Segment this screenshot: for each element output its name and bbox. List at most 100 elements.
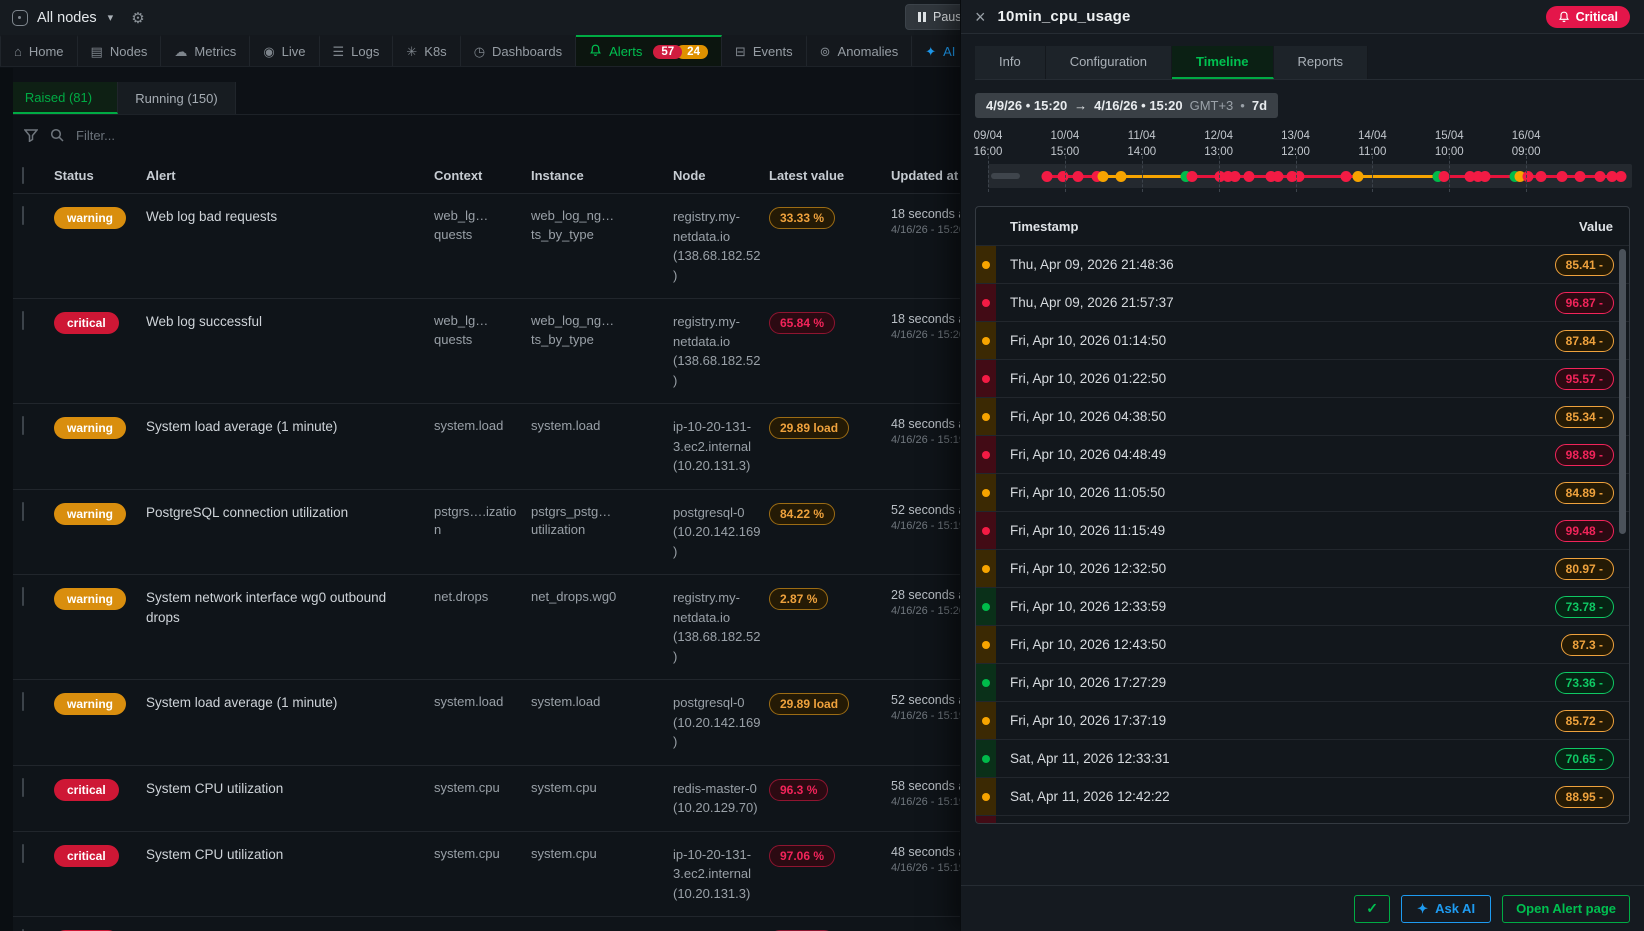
nav-tab-k8s[interactable]: ✳K8s	[393, 35, 460, 66]
axis-gridline	[1372, 156, 1373, 192]
tab-running[interactable]: Running (150)	[118, 82, 236, 114]
timeline-event-dot[interactable]	[1522, 171, 1533, 182]
event-row[interactable]: Thu, Apr 09, 2026 21:48:3685.41 -	[976, 245, 1629, 283]
alert-node[interactable]: ip-10-20-131-3.ec2.internal (10.20.131.3…	[673, 845, 769, 904]
alert-node[interactable]: postgresql-0 (10.20.142.169)	[673, 693, 769, 752]
row-checkbox[interactable]	[22, 416, 24, 435]
timeline-event-dot[interactable]	[1616, 171, 1627, 182]
timeline-event-dot[interactable]	[1272, 171, 1283, 182]
event-row[interactable]	[976, 815, 1629, 824]
nav-tab-metrics[interactable]: ☁Metrics	[161, 35, 250, 66]
node-scope-selector[interactable]: All nodes ▾	[12, 10, 113, 26]
row-checkbox[interactable]	[22, 311, 24, 330]
nav-tab-nodes[interactable]: ▤Nodes	[78, 35, 162, 66]
panel-tab-info[interactable]: Info	[975, 46, 1046, 79]
bell-icon	[1558, 11, 1570, 23]
row-checkbox[interactable]	[22, 502, 24, 521]
open-alert-page-button[interactable]: Open Alert page	[1502, 895, 1630, 923]
range-timezone: GMT+3	[1190, 98, 1234, 113]
close-icon[interactable]: ×	[975, 8, 986, 26]
event-row[interactable]: Fri, Apr 10, 2026 11:15:4999.48 -	[976, 511, 1629, 549]
event-row[interactable]: Fri, Apr 10, 2026 12:33:5973.78 -	[976, 587, 1629, 625]
panel-tab-timeline[interactable]: Timeline	[1172, 46, 1274, 79]
alert-name[interactable]: System network interface wg0 outbound dr…	[146, 588, 434, 627]
nav-tab-events[interactable]: ⊟Events	[722, 35, 807, 66]
timeline-segment	[1358, 175, 1438, 178]
event-row[interactable]: Sat, Apr 11, 2026 12:33:3170.65 -	[976, 739, 1629, 777]
event-row[interactable]: Fri, Apr 10, 2026 12:32:5080.97 -	[976, 549, 1629, 587]
event-row[interactable]: Fri, Apr 10, 2026 12:43:5087.3 -	[976, 625, 1629, 663]
alert-name[interactable]: Web log bad requests	[146, 207, 434, 227]
alert-node[interactable]: ip-10-20-131-3.ec2.internal (10.20.131.3…	[673, 417, 769, 476]
timeline-chart[interactable]: 09/0416:0010/0415:0011/0414:0012/0413:00…	[988, 128, 1632, 194]
timeline-event-dot[interactable]	[1186, 171, 1197, 182]
alert-node[interactable]: registry.my-netdata.io (138.68.182.52)	[673, 588, 769, 666]
nav-tab-dashboards[interactable]: ◷Dashboards	[461, 35, 576, 66]
timeline-event-dot[interactable]	[1058, 171, 1069, 182]
timeline-event-dot[interactable]	[1536, 171, 1547, 182]
timeline-event-dot[interactable]	[1229, 171, 1240, 182]
live-icon: ◉	[263, 44, 274, 60]
timeline-event-dot[interactable]	[1042, 171, 1053, 182]
alert-node[interactable]: registry.my-netdata.io (138.68.182.52)	[673, 207, 769, 285]
alert-node[interactable]: postgresql-0 (10.20.142.169)	[673, 503, 769, 562]
event-row[interactable]: Fri, Apr 10, 2026 17:37:1985.72 -	[976, 701, 1629, 739]
event-row[interactable]: Fri, Apr 10, 2026 11:05:5084.89 -	[976, 473, 1629, 511]
timeline-event-dot[interactable]	[1480, 171, 1491, 182]
event-timestamp: Fri, Apr 10, 2026 12:43:50	[1010, 637, 1166, 652]
event-row[interactable]: Fri, Apr 10, 2026 01:14:5087.84 -	[976, 321, 1629, 359]
alert-name[interactable]: System CPU utilization	[146, 845, 434, 865]
nav-tab-alerts[interactable]: Alerts5724	[576, 35, 722, 66]
event-row[interactable]: Fri, Apr 10, 2026 04:38:5085.34 -	[976, 397, 1629, 435]
status-badge[interactable]: Critical	[1546, 6, 1630, 28]
event-value-pill: 95.57 -	[1555, 368, 1614, 390]
row-checkbox[interactable]	[22, 692, 24, 711]
alert-name[interactable]: System load average (1 minute)	[146, 693, 434, 713]
row-checkbox[interactable]	[22, 778, 24, 797]
event-row[interactable]: Fri, Apr 10, 2026 17:27:2973.36 -	[976, 663, 1629, 701]
event-row[interactable]: Fri, Apr 10, 2026 04:48:4998.89 -	[976, 435, 1629, 473]
row-checkbox[interactable]	[22, 844, 24, 863]
timeline-event-dot[interactable]	[1244, 171, 1255, 182]
alert-name[interactable]: System load average (1 minute)	[146, 417, 434, 437]
timeline-strip[interactable]	[988, 164, 1632, 188]
ask-ai-button[interactable]: ✦ Ask AI	[1401, 895, 1491, 923]
timeline-event-dot[interactable]	[1353, 171, 1364, 182]
panel-tab-reports[interactable]: Reports	[1274, 46, 1369, 79]
timeline-event-dot[interactable]	[1341, 171, 1352, 182]
events-scrollbar[interactable]	[1619, 249, 1626, 534]
alert-name[interactable]: PostgreSQL connection utilization	[146, 503, 434, 523]
panel-tab-configuration[interactable]: Configuration	[1046, 46, 1172, 79]
event-row[interactable]: Thu, Apr 09, 2026 21:57:3796.87 -	[976, 283, 1629, 321]
tab-raised[interactable]: Raised (81)	[0, 82, 118, 114]
severity-badge: warning	[54, 693, 126, 715]
select-all-checkbox[interactable]	[22, 167, 24, 184]
timeline-event-dot[interactable]	[1438, 171, 1449, 182]
nav-tab-logs[interactable]: ☰Logs	[320, 35, 394, 66]
alert-name[interactable]: System CPU utilization	[146, 779, 434, 799]
timeline-event-dot[interactable]	[1594, 171, 1605, 182]
alert-node[interactable]: redis-master-0 (10.20.129.70)	[673, 779, 769, 818]
row-checkbox[interactable]	[22, 206, 24, 225]
row-checkbox[interactable]	[22, 587, 24, 606]
nav-tab-live[interactable]: ◉Live	[250, 35, 319, 66]
event-row[interactable]: Fri, Apr 10, 2026 01:22:5095.57 -	[976, 359, 1629, 397]
event-row[interactable]: Sat, Apr 11, 2026 12:42:2288.95 -	[976, 777, 1629, 815]
alert-name[interactable]: Web log successful	[146, 312, 434, 332]
nav-tab-anomalies[interactable]: ⊚Anomalies	[807, 35, 913, 66]
acknowledge-button[interactable]: ✓	[1354, 895, 1390, 923]
timeline-event-dot[interactable]	[1556, 171, 1567, 182]
logs-icon: ☰	[333, 44, 345, 60]
alert-node[interactable]: registry.my-netdata.io (138.68.182.52)	[673, 312, 769, 390]
alert-instance: web_log_ng…ts_by_type	[531, 207, 673, 245]
date-range-pill[interactable]: 4/9/26 • 15:20 → 4/16/26 • 15:20 GMT+3 •…	[975, 93, 1278, 118]
timeline-event-dot[interactable]	[1115, 171, 1126, 182]
filter-funnel-icon[interactable]	[24, 128, 38, 142]
timeline-event-dot[interactable]	[1097, 171, 1108, 182]
nav-tab-home[interactable]: ⌂Home	[0, 35, 78, 66]
timeline-event-dot[interactable]	[1575, 171, 1586, 182]
timeline-event-dot[interactable]	[1072, 171, 1083, 182]
gear-icon[interactable]: ⚙	[131, 9, 144, 27]
filter-input[interactable]: Filter...	[76, 128, 115, 143]
nav-tab-label: Home	[29, 44, 64, 59]
